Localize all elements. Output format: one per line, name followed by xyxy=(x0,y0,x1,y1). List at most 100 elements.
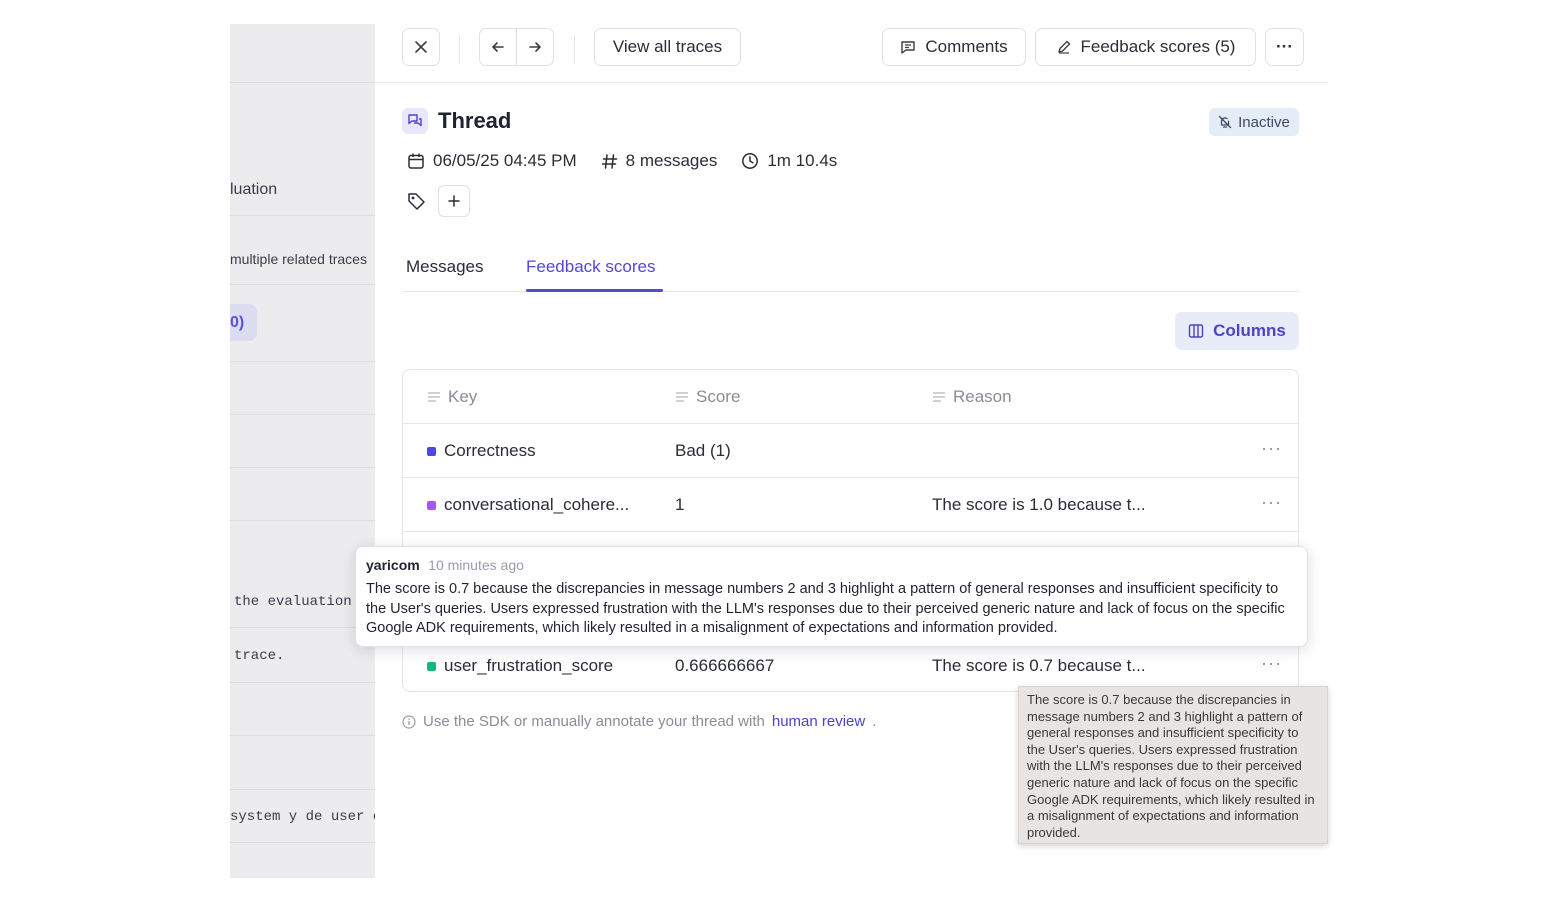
column-header-score[interactable]: Score xyxy=(675,387,740,407)
comment-text: The score is 0.7 because the discrepanci… xyxy=(366,581,1285,636)
bg-divider xyxy=(230,627,375,628)
columns-label: Columns xyxy=(1213,321,1286,340)
row-score: 0.666666667 xyxy=(675,656,775,675)
table-header: Key Score Reason xyxy=(403,370,1298,424)
human-review-link[interactable]: human review xyxy=(772,713,865,730)
bg-divider xyxy=(230,520,375,521)
comment-author: yaricom xyxy=(366,557,420,573)
active-tab-indicator xyxy=(526,289,663,292)
comment-time: 10 minutes ago xyxy=(428,557,524,573)
row-score: Bad (1) xyxy=(675,441,731,460)
footer-end: . xyxy=(872,713,877,730)
meta-date: 06/05/25 04:45 PM xyxy=(407,151,577,171)
comment-icon xyxy=(901,41,916,54)
text-column-icon xyxy=(676,392,688,402)
tag-icon xyxy=(408,192,425,210)
bg-text: trace. xyxy=(234,648,285,664)
bg-divider xyxy=(230,284,375,285)
meta-messages: 8 messages xyxy=(601,151,718,171)
comments-button[interactable]: Comments xyxy=(882,28,1026,66)
previous-button[interactable] xyxy=(479,28,517,66)
bg-divider xyxy=(230,82,375,83)
column-header-reason[interactable]: Reason xyxy=(932,387,1012,407)
table-row[interactable]: conversational_cohere... 1 The score is … xyxy=(403,478,1298,532)
bg-text: multiple related traces xyxy=(230,251,367,267)
tab-messages[interactable]: Messages xyxy=(406,257,483,277)
arrow-left-icon xyxy=(492,42,504,52)
reason-tooltip: The score is 0.7 because the discrepanci… xyxy=(1018,686,1328,844)
toolbar-divider xyxy=(574,36,575,64)
toolbar: View all traces Comments Feedback scores… xyxy=(375,24,1328,83)
header-label: Score xyxy=(696,387,741,406)
bg-divider xyxy=(230,215,375,216)
header-label: Key xyxy=(448,387,478,406)
clock-icon xyxy=(742,153,759,169)
bg-divider xyxy=(230,467,375,468)
row-menu-button[interactable]: ··· xyxy=(1261,438,1282,459)
row-key: conversational_cohere... xyxy=(427,495,629,515)
next-button[interactable] xyxy=(516,28,554,66)
row-key: Correctness xyxy=(427,441,536,461)
row-score: 1 xyxy=(675,495,685,514)
key-label: Correctness xyxy=(444,441,536,460)
close-button[interactable] xyxy=(402,28,440,66)
column-header-key[interactable]: Key xyxy=(427,387,477,407)
row-menu-button[interactable]: ··· xyxy=(1261,492,1282,513)
columns-button[interactable]: Columns xyxy=(1175,312,1299,350)
thread-header: Thread xyxy=(402,108,511,134)
pencil-icon xyxy=(1057,40,1070,54)
row-reason: The score is 1.0 because t... xyxy=(932,495,1146,514)
status-label: Inactive xyxy=(1238,113,1290,131)
calendar-icon xyxy=(408,153,424,169)
tab-feedback-scores[interactable]: Feedback scores xyxy=(526,257,655,277)
bg-divider xyxy=(230,789,375,790)
score-color-dot xyxy=(427,661,436,671)
footer-text: Use the SDK or manually annotate your th… xyxy=(423,713,765,730)
thread-meta: 06/05/25 04:45 PM 8 messages 1m 10.4s xyxy=(407,151,861,171)
message-count: 8 messages xyxy=(625,151,718,170)
comments-label: Comments xyxy=(925,37,1008,56)
feedback-scores-button[interactable]: Feedback scores (5) xyxy=(1035,28,1256,66)
score-color-dot xyxy=(427,500,436,510)
bg-text: system y de user e xyxy=(230,809,375,825)
footer-note: Use the SDK or manually annotate your th… xyxy=(402,713,876,730)
status-badge: Inactive xyxy=(1209,108,1299,136)
background-page: luation multiple related traces 0) the e… xyxy=(230,24,375,878)
toolbar-divider xyxy=(459,36,460,64)
thread-duration: 1m 10.4s xyxy=(767,151,838,170)
row-menu-button[interactable]: ··· xyxy=(1261,653,1282,674)
tags-row xyxy=(407,185,470,217)
thread-icon xyxy=(402,108,428,134)
text-column-icon xyxy=(428,392,440,402)
bg-pill: 0) xyxy=(230,304,257,341)
bell-off-icon xyxy=(1218,115,1232,129)
popover-header: yaricom 10 minutes ago xyxy=(366,557,1297,575)
key-label: conversational_cohere... xyxy=(444,495,630,514)
columns-icon xyxy=(1188,324,1204,338)
close-icon xyxy=(415,41,427,53)
feedback-scores-label: Feedback scores (5) xyxy=(1080,37,1236,56)
comment-popover: yaricom 10 minutes ago The score is 0.7 … xyxy=(355,546,1308,647)
bg-divider xyxy=(230,414,375,415)
more-options-button[interactable]: ··· xyxy=(1265,28,1304,66)
row-reason: The score is 0.7 because t... xyxy=(932,656,1146,675)
page-title: Thread xyxy=(438,108,512,133)
bg-text: the evaluation xyxy=(234,594,352,610)
meta-duration: 1m 10.4s xyxy=(741,151,837,171)
tab-bar: Messages Feedback scores xyxy=(402,247,1299,292)
bg-divider xyxy=(230,682,375,683)
row-key: user_frustration_score xyxy=(427,656,613,676)
text-column-icon xyxy=(933,392,945,402)
plus-icon xyxy=(448,195,460,207)
key-label: user_frustration_score xyxy=(444,656,614,675)
info-icon xyxy=(402,714,416,729)
hash-icon xyxy=(601,153,617,169)
bg-text: luation xyxy=(230,181,278,198)
table-row[interactable]: Correctness Bad (1) ··· xyxy=(403,424,1298,478)
arrow-right-icon xyxy=(529,42,541,52)
bg-divider xyxy=(230,361,375,362)
bg-divider xyxy=(230,735,375,736)
thread-date: 06/05/25 04:45 PM xyxy=(433,151,577,170)
add-tag-button[interactable] xyxy=(438,185,470,217)
view-all-traces-button[interactable]: View all traces xyxy=(594,28,741,66)
